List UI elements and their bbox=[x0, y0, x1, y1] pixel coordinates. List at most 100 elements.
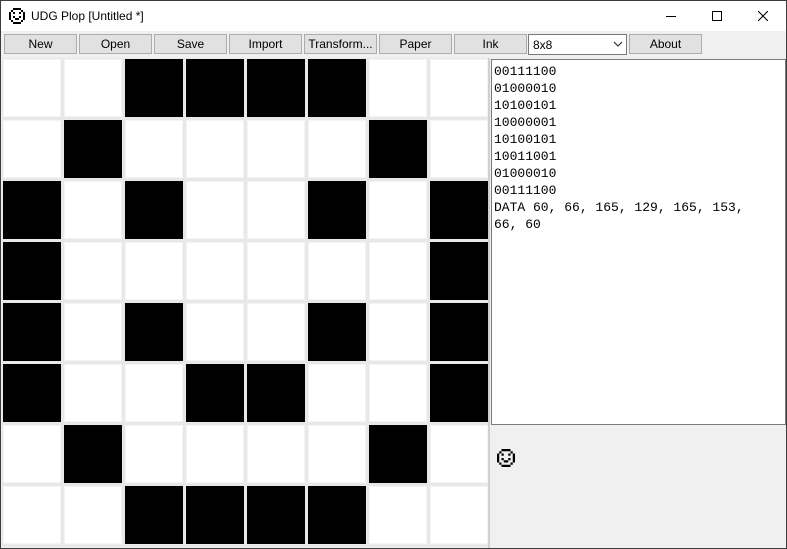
output-line: 10000001 bbox=[494, 115, 557, 130]
pixel-cell[interactable] bbox=[186, 59, 244, 117]
pixel-cell[interactable] bbox=[308, 59, 366, 117]
pixel-cell[interactable] bbox=[64, 425, 122, 483]
pixel-cell[interactable] bbox=[186, 425, 244, 483]
pixel-cell[interactable] bbox=[247, 242, 305, 300]
title-bar[interactable]: UDG Plop [Untitled *] bbox=[1, 1, 786, 31]
pixel-cell[interactable] bbox=[186, 120, 244, 178]
pixel-cell[interactable] bbox=[3, 120, 61, 178]
pixel-cell[interactable] bbox=[247, 364, 305, 422]
pixel-cell[interactable] bbox=[247, 425, 305, 483]
pixel-cell[interactable] bbox=[369, 59, 427, 117]
ink-button[interactable]: Ink bbox=[454, 34, 527, 54]
pixel-cell[interactable] bbox=[430, 486, 488, 544]
output-line: 00111100 bbox=[494, 183, 557, 198]
pixel-cell[interactable] bbox=[369, 303, 427, 361]
output-line: 01000010 bbox=[494, 166, 557, 181]
pixel-cell[interactable] bbox=[369, 242, 427, 300]
pixel-cell[interactable] bbox=[430, 364, 488, 422]
pixel-cell[interactable] bbox=[186, 364, 244, 422]
panel-divider bbox=[488, 58, 490, 548]
close-button[interactable] bbox=[740, 1, 786, 31]
pixel-cell[interactable] bbox=[308, 425, 366, 483]
pixel-cell[interactable] bbox=[430, 59, 488, 117]
open-button[interactable]: Open bbox=[79, 34, 152, 54]
pixel-cell[interactable] bbox=[430, 303, 488, 361]
about-button[interactable]: About bbox=[629, 34, 702, 54]
pixel-cell[interactable] bbox=[369, 364, 427, 422]
pixel-cell[interactable] bbox=[3, 486, 61, 544]
pixel-cell[interactable] bbox=[3, 242, 61, 300]
output-line: 00111100 bbox=[494, 64, 557, 79]
output-textarea[interactable]: 00111100 01000010 10100101 10000001 10100101… bbox=[491, 59, 786, 425]
size-select-value: 8x8 bbox=[533, 38, 553, 52]
pixel-cell[interactable] bbox=[369, 120, 427, 178]
output-line: 10011001 bbox=[494, 149, 557, 164]
pixel-cell[interactable] bbox=[64, 303, 122, 361]
pixel-cell[interactable] bbox=[308, 181, 366, 239]
pixel-cell[interactable] bbox=[247, 303, 305, 361]
pixel-cell[interactable] bbox=[64, 181, 122, 239]
pixel-cell[interactable] bbox=[125, 486, 183, 544]
maximize-icon bbox=[712, 11, 722, 21]
pixel-cell[interactable] bbox=[186, 486, 244, 544]
pixel-cell[interactable] bbox=[430, 181, 488, 239]
window-title: UDG Plop [Untitled *] bbox=[31, 9, 144, 23]
pixel-cell[interactable] bbox=[3, 303, 61, 361]
pixel-cell[interactable] bbox=[247, 59, 305, 117]
pixel-cell[interactable] bbox=[64, 486, 122, 544]
output-line: 10100101 bbox=[494, 98, 557, 113]
pixel-cell[interactable] bbox=[308, 364, 366, 422]
pixel-cell[interactable] bbox=[3, 181, 61, 239]
pixel-cell[interactable] bbox=[308, 303, 366, 361]
pixel-cell[interactable] bbox=[64, 120, 122, 178]
transform-button[interactable]: Transform... bbox=[304, 34, 377, 54]
pixel-cell[interactable] bbox=[430, 425, 488, 483]
output-line: 66, 60 bbox=[494, 217, 541, 232]
pixel-cell[interactable] bbox=[125, 181, 183, 239]
app-smiley-icon bbox=[9, 8, 25, 24]
toolbar: New Open Save Import Transform... Paper … bbox=[1, 34, 786, 56]
output-line: 01000010 bbox=[494, 81, 557, 96]
pixel-cell[interactable] bbox=[3, 364, 61, 422]
pixel-cell[interactable] bbox=[369, 486, 427, 544]
close-icon bbox=[758, 11, 768, 21]
pixel-cell[interactable] bbox=[64, 59, 122, 117]
pixel-grid[interactable] bbox=[2, 58, 488, 547]
pixel-cell[interactable] bbox=[369, 425, 427, 483]
paper-button[interactable]: Paper bbox=[379, 34, 452, 54]
pixel-cell[interactable] bbox=[125, 242, 183, 300]
pixel-cell[interactable] bbox=[308, 120, 366, 178]
pixel-cell[interactable] bbox=[308, 486, 366, 544]
pixel-cell[interactable] bbox=[369, 181, 427, 239]
pixel-cell[interactable] bbox=[3, 59, 61, 117]
app-window: UDG Plop [Untitled *] New Open Save Impo… bbox=[0, 0, 787, 549]
pixel-cell[interactable] bbox=[125, 364, 183, 422]
output-line: 10100101 bbox=[494, 132, 557, 147]
maximize-button[interactable] bbox=[694, 1, 740, 31]
import-button[interactable]: Import bbox=[229, 34, 302, 54]
output-line: DATA 60, 66, 165, 129, 165, 153, bbox=[494, 200, 744, 215]
pixel-cell[interactable] bbox=[308, 242, 366, 300]
pixel-cell[interactable] bbox=[125, 303, 183, 361]
pixel-cell[interactable] bbox=[430, 242, 488, 300]
pixel-cell[interactable] bbox=[430, 120, 488, 178]
minimize-button[interactable] bbox=[648, 1, 694, 31]
pixel-cell[interactable] bbox=[186, 242, 244, 300]
pixel-cell[interactable] bbox=[125, 59, 183, 117]
save-button[interactable]: Save bbox=[154, 34, 227, 54]
pixel-cell[interactable] bbox=[186, 181, 244, 239]
pixel-cell[interactable] bbox=[64, 242, 122, 300]
new-button[interactable]: New bbox=[4, 34, 77, 54]
output-lines: 00111100 01000010 10100101 10000001 10100101… bbox=[492, 63, 744, 233]
pixel-cell[interactable] bbox=[247, 486, 305, 544]
size-select[interactable]: 8x8 bbox=[528, 34, 627, 55]
minimize-icon bbox=[666, 16, 676, 17]
pixel-cell[interactable] bbox=[186, 303, 244, 361]
pixel-cell[interactable] bbox=[125, 120, 183, 178]
smiley-preview-icon bbox=[497, 449, 515, 467]
pixel-cell[interactable] bbox=[3, 425, 61, 483]
pixel-cell[interactable] bbox=[247, 181, 305, 239]
pixel-cell[interactable] bbox=[247, 120, 305, 178]
pixel-cell[interactable] bbox=[64, 364, 122, 422]
pixel-cell[interactable] bbox=[125, 425, 183, 483]
